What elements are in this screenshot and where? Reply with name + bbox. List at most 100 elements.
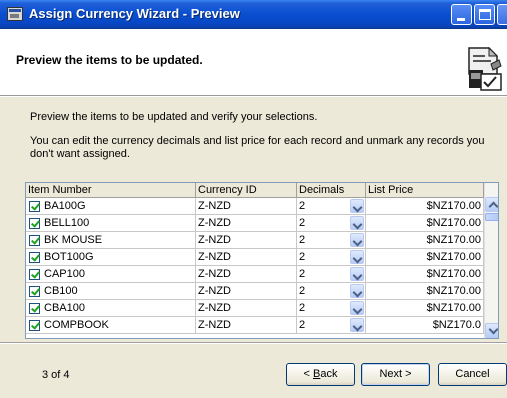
wizard-document-icon (463, 44, 503, 92)
minimize-button[interactable] (451, 4, 472, 25)
row-checkbox[interactable] (29, 303, 40, 314)
decimals-value: 2 (299, 285, 306, 297)
page-title: Preview the items to be updated. (16, 53, 203, 67)
chevron-down-icon[interactable] (350, 318, 364, 332)
list-price-cell[interactable]: $NZ170.00 (366, 215, 484, 232)
decimals-dropdown[interactable]: 2 (297, 283, 366, 300)
items-grid[interactable]: Item Number Currency ID Decimals List Pr… (25, 182, 499, 339)
window-title: Assign Currency Wizard - Preview (29, 6, 240, 21)
scroll-thumb[interactable] (485, 213, 498, 221)
decimals-value: 2 (299, 251, 306, 263)
scroll-up-button[interactable] (485, 197, 498, 212)
item-number-cell: BK MOUSE (26, 232, 196, 249)
table-row[interactable]: COMPBOOK Z-NZD 2 $NZ170.0 (26, 317, 484, 334)
title-bar: Assign Currency Wizard - Preview (0, 0, 507, 29)
maximize-icon (479, 9, 491, 20)
table-row[interactable]: BOT100G Z-NZD 2 $NZ170.00 (26, 249, 484, 266)
decimals-value: 2 (299, 302, 306, 314)
item-number: BOT100G (44, 251, 94, 263)
chevron-down-icon[interactable] (350, 284, 364, 298)
currency-id-cell: Z-NZD (196, 283, 297, 300)
decimals-dropdown[interactable]: 2 (297, 249, 366, 266)
currency-id-cell: Z-NZD (196, 198, 297, 215)
item-number-cell: CB100 (26, 283, 196, 300)
decimals-dropdown[interactable]: 2 (297, 232, 366, 249)
maximize-button[interactable] (474, 4, 495, 25)
item-number: CAP100 (44, 268, 85, 280)
decimals-value: 2 (299, 268, 306, 280)
wizard-footer: 3 of 4 < Back Next > Cancel (0, 342, 507, 398)
table-row[interactable]: BA100G Z-NZD 2 $NZ170.00 (26, 198, 484, 215)
table-row[interactable]: CBA100 Z-NZD 2 $NZ170.00 (26, 300, 484, 317)
row-checkbox[interactable] (29, 252, 40, 263)
scroll-down-button[interactable] (485, 323, 498, 338)
chevron-down-icon[interactable] (350, 250, 364, 264)
column-header-item-number[interactable]: Item Number (26, 183, 196, 198)
item-number-cell: BELL100 (26, 215, 196, 232)
row-checkbox[interactable] (29, 235, 40, 246)
decimals-value: 2 (299, 200, 306, 212)
currency-id-cell: Z-NZD (196, 249, 297, 266)
list-price-cell[interactable]: $NZ170.00 (366, 300, 484, 317)
wizard-content: Preview the items to be updated and veri… (0, 97, 507, 342)
list-price-cell[interactable]: $NZ170.00 (366, 266, 484, 283)
wizard-header: Preview the items to be updated. (0, 30, 507, 96)
app-icon (7, 7, 23, 21)
decimals-dropdown[interactable]: 2 (297, 266, 366, 283)
decimals-value: 2 (299, 234, 306, 246)
item-number: CBA100 (44, 302, 85, 314)
item-number-cell: BOT100G (26, 249, 196, 266)
grid-header: Item Number Currency ID Decimals List Pr… (26, 183, 484, 198)
decimals-value: 2 (299, 217, 306, 229)
row-checkbox[interactable] (29, 269, 40, 280)
currency-id-cell: Z-NZD (196, 300, 297, 317)
chevron-down-icon[interactable] (350, 233, 364, 247)
list-price-cell[interactable]: $NZ170.00 (366, 283, 484, 300)
chevron-down-icon[interactable] (350, 267, 364, 281)
decimals-dropdown[interactable]: 2 (297, 300, 366, 317)
chevron-down-icon[interactable] (350, 199, 364, 213)
back-label-rest: ack (320, 368, 338, 380)
instruction-text: Preview the items to be updated and veri… (30, 111, 318, 123)
table-row[interactable]: BELL100 Z-NZD 2 $NZ170.00 (26, 215, 484, 232)
chevron-down-icon[interactable] (350, 301, 364, 315)
next-button[interactable]: Next > (361, 363, 430, 386)
decimals-dropdown[interactable]: 2 (297, 215, 366, 232)
list-price-cell[interactable]: $NZ170.00 (366, 198, 484, 215)
row-checkbox[interactable] (29, 201, 40, 212)
list-price-cell[interactable]: $NZ170.00 (366, 249, 484, 266)
item-number: BK MOUSE (44, 234, 103, 246)
row-checkbox[interactable] (29, 218, 40, 229)
column-header-decimals[interactable]: Decimals (297, 183, 366, 198)
item-number-cell: COMPBOOK (26, 317, 196, 334)
row-checkbox[interactable] (29, 320, 40, 331)
vertical-scrollbar[interactable] (484, 183, 498, 338)
item-number-cell: BA100G (26, 198, 196, 215)
list-price-cell[interactable]: $NZ170.00 (366, 232, 484, 249)
column-header-currency-id[interactable]: Currency ID (196, 183, 297, 198)
page-indicator: 3 of 4 (42, 369, 70, 381)
table-row[interactable]: CB100 Z-NZD 2 $NZ170.00 (26, 283, 484, 300)
list-price-cell[interactable]: $NZ170.0 (366, 317, 484, 334)
item-number-cell: CBA100 (26, 300, 196, 317)
currency-id-cell: Z-NZD (196, 215, 297, 232)
item-number: BA100G (44, 200, 86, 212)
item-number: COMPBOOK (44, 319, 109, 331)
back-button[interactable]: < Back (286, 363, 355, 386)
instruction-detail-text: You can edit the currency decimals and l… (30, 135, 485, 160)
table-row[interactable]: BK MOUSE Z-NZD 2 $NZ170.00 (26, 232, 484, 249)
close-button[interactable] (497, 4, 507, 25)
decimals-dropdown[interactable]: 2 (297, 317, 366, 334)
currency-id-cell: Z-NZD (196, 317, 297, 334)
row-checkbox[interactable] (29, 286, 40, 297)
back-label-prefix: < (303, 368, 313, 380)
minimize-icon (457, 18, 465, 21)
table-row[interactable]: CAP100 Z-NZD 2 $NZ170.00 (26, 266, 484, 283)
item-number: CB100 (44, 285, 78, 297)
chevron-down-icon[interactable] (350, 216, 364, 230)
column-header-list-price[interactable]: List Price (366, 183, 484, 198)
item-number: BELL100 (44, 217, 90, 229)
decimals-value: 2 (299, 319, 306, 331)
decimals-dropdown[interactable]: 2 (297, 198, 366, 215)
cancel-button[interactable]: Cancel (438, 363, 507, 386)
